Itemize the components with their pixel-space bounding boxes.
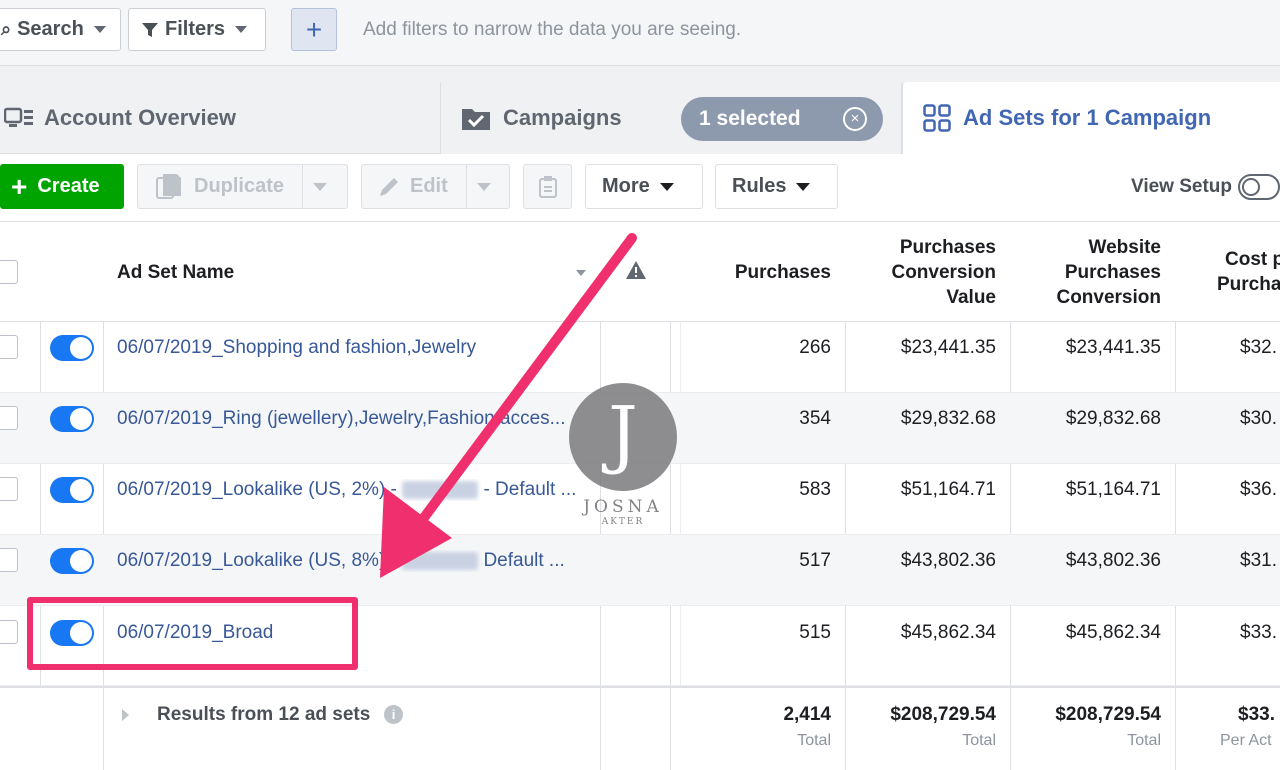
pointer-arrow-icon — [380, 233, 637, 578]
